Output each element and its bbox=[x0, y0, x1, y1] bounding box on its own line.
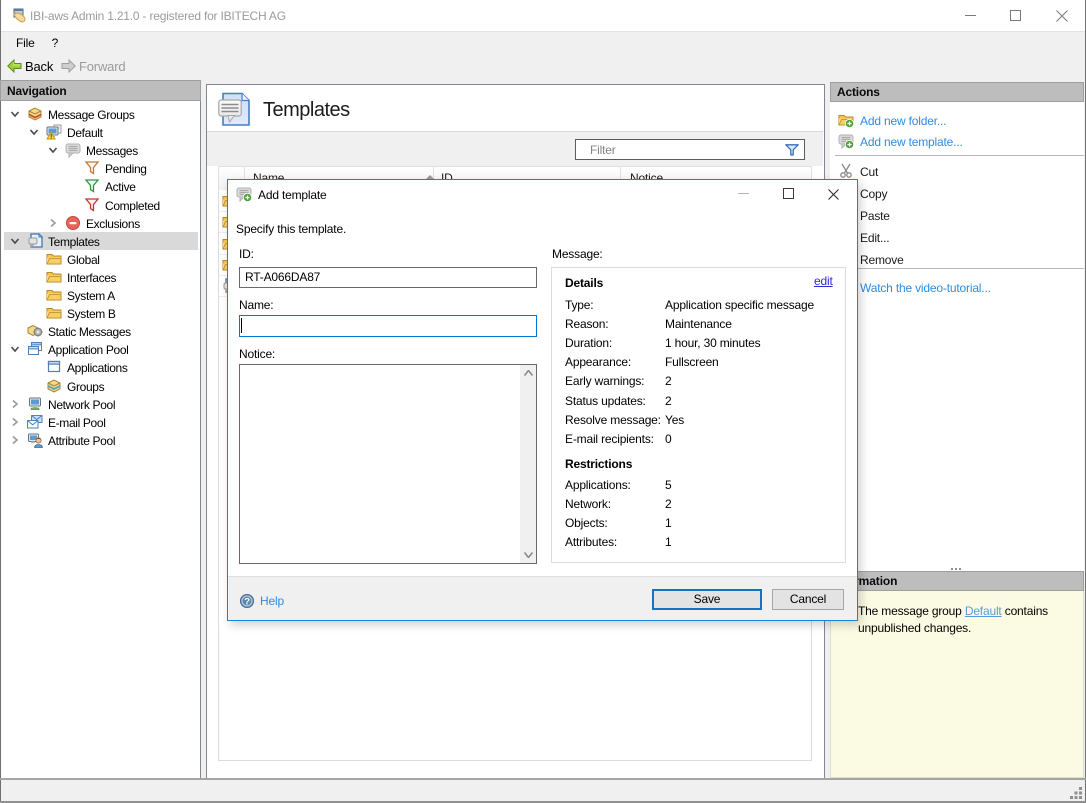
svg-text:?: ? bbox=[244, 597, 250, 608]
